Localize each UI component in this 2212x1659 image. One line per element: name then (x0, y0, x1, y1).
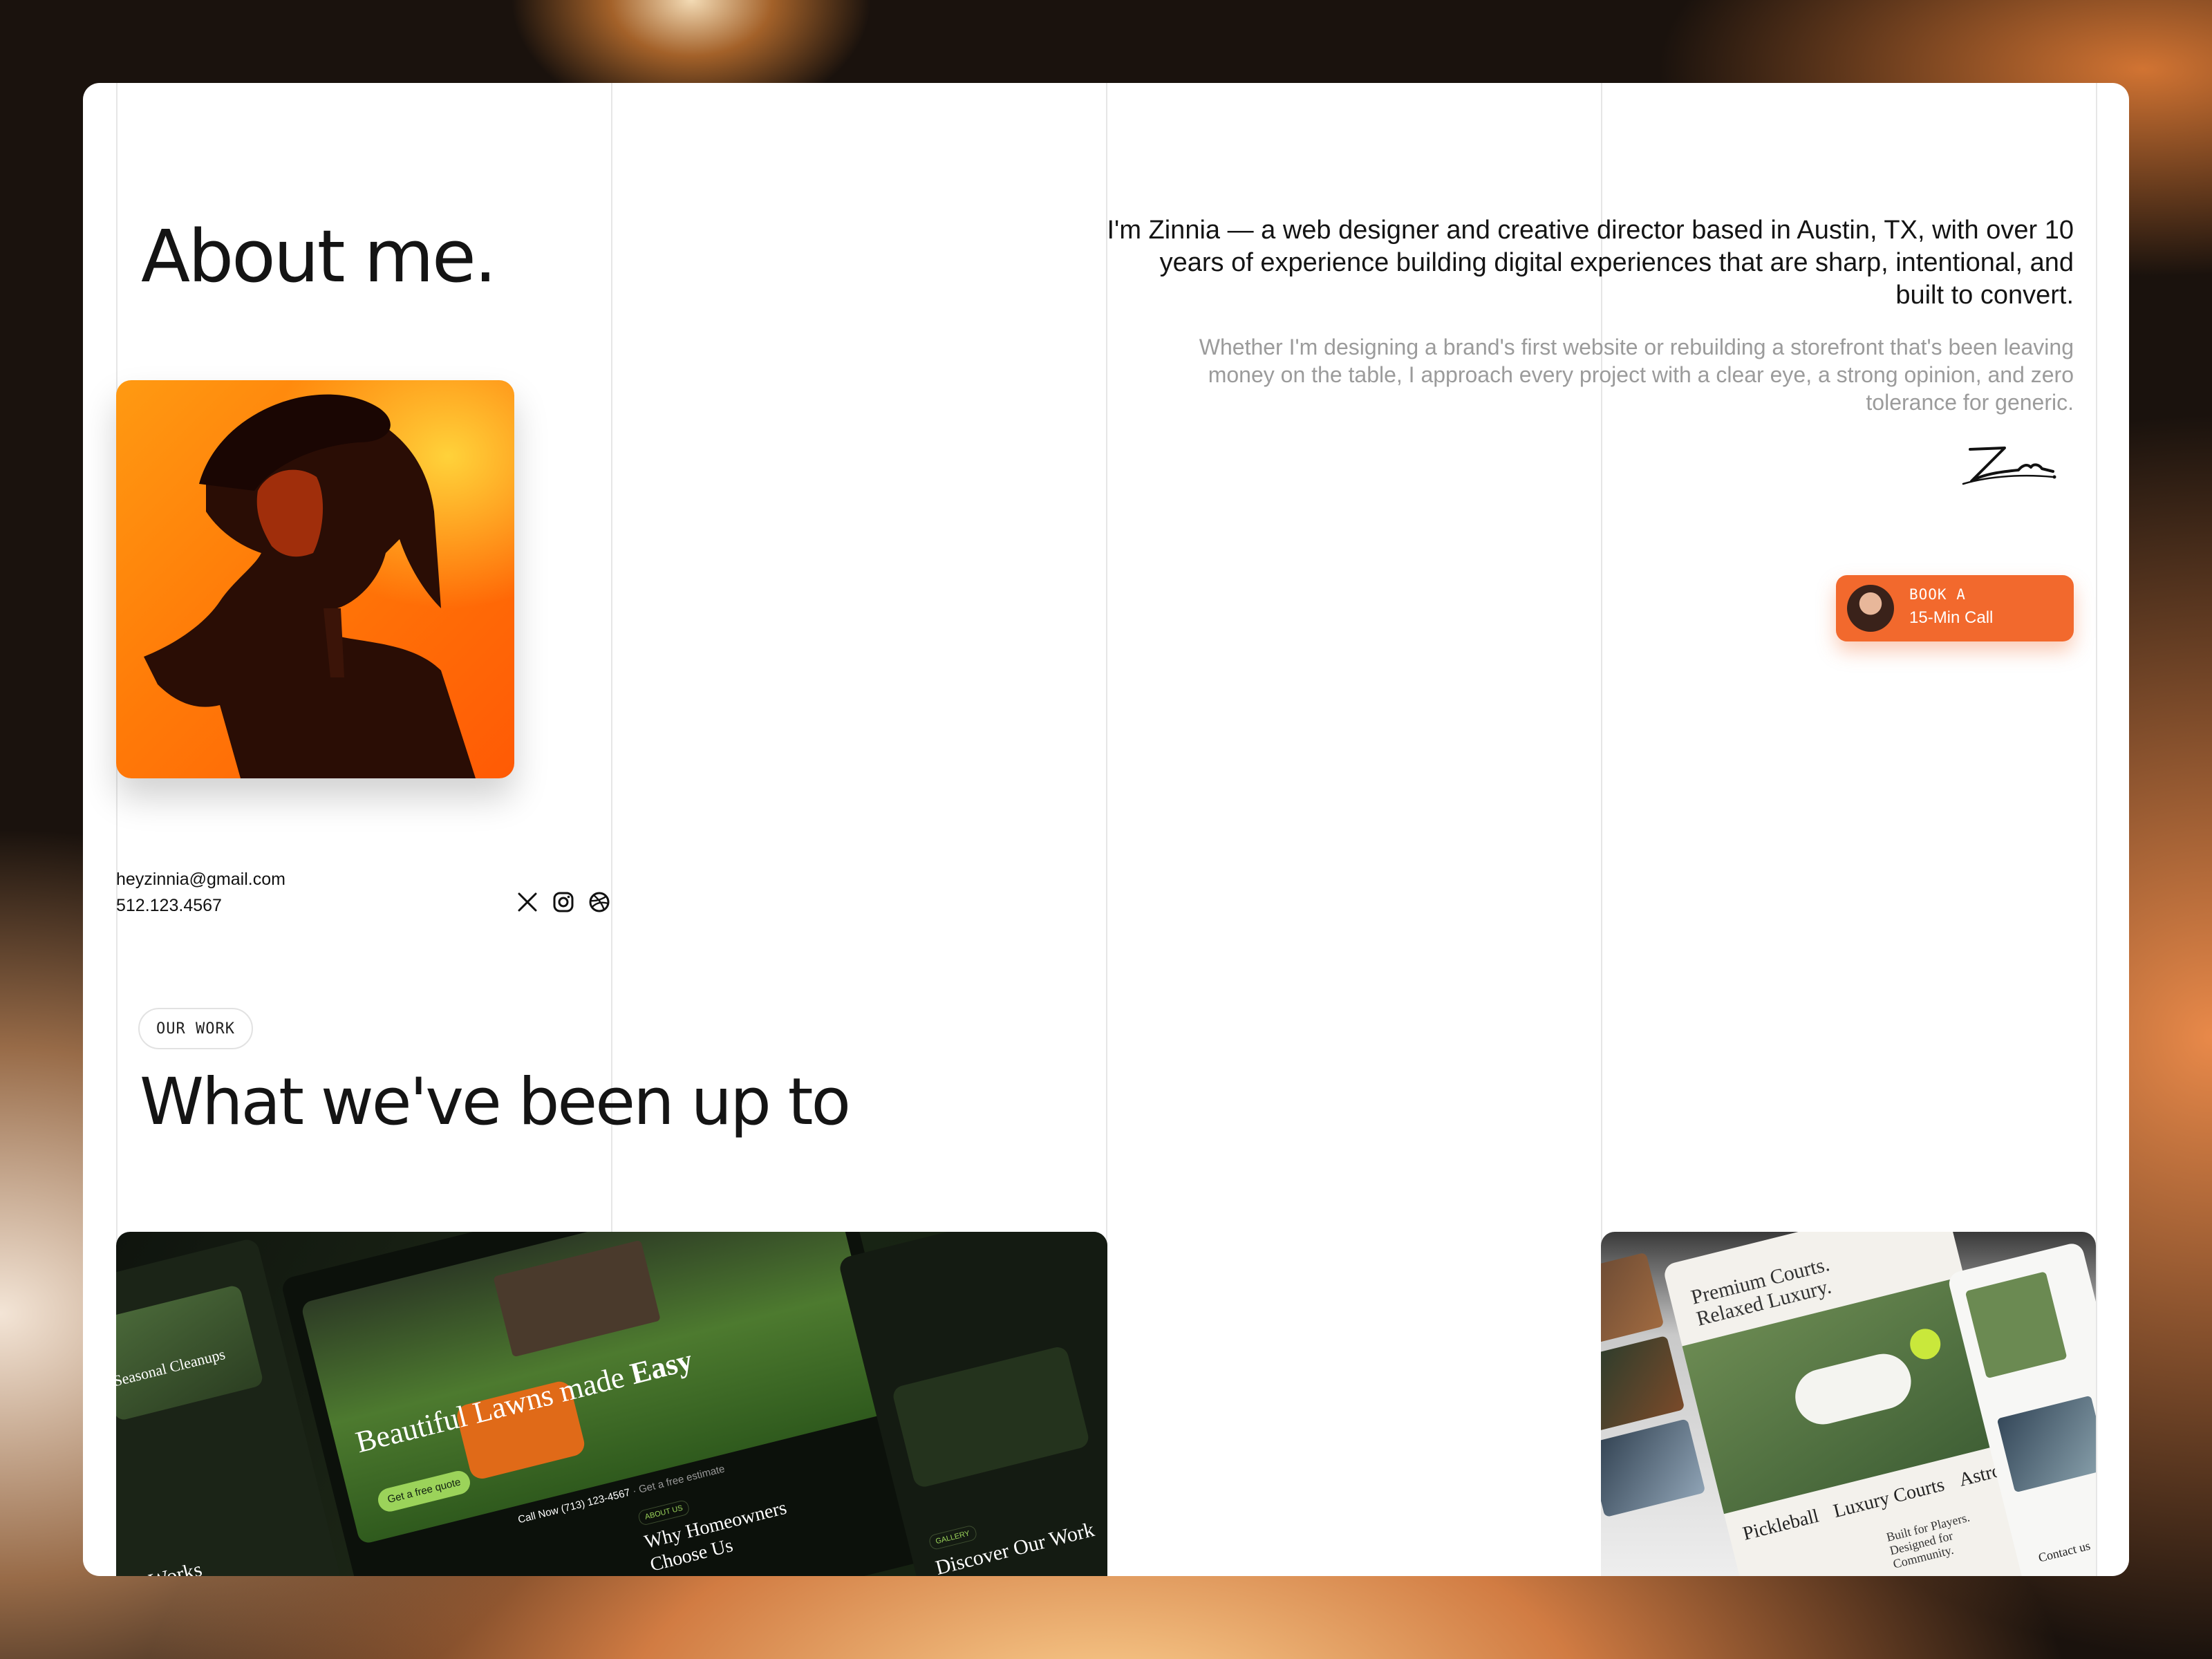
project-card-lawn[interactable]: Seasonal Cleanups Works Beautiful Lawns … (116, 1232, 1107, 1576)
pickleball-built-text: Built for Players. Designed for Communit… (1884, 1510, 1971, 1571)
lawn-discover-title: Discover Our Work (933, 1518, 1097, 1576)
book-call-label-top: BOOK A (1909, 586, 1966, 603)
intro-text: I'm Zinnia — a web designer and creative… (1107, 216, 2074, 310)
portrait-silhouette (144, 394, 476, 778)
pickleball-contact: Contact us (2036, 1538, 2092, 1565)
lawn-main-screen: Beautiful Lawns made Easy Get a free quo… (280, 1232, 941, 1576)
portfolio-page: About me. heyzinnia@gmail.com 512.123.45… (83, 83, 2129, 1576)
section-eyebrow: OUR WORK (138, 1008, 253, 1049)
avatar (1847, 585, 1894, 632)
dribbble-icon[interactable] (588, 890, 611, 914)
about-title: About me. (141, 214, 497, 299)
profile-photo (116, 380, 514, 778)
phone-link[interactable]: 512.123.4567 (116, 896, 222, 916)
x-icon[interactable] (516, 890, 539, 914)
lawn-works-label: Works (147, 1557, 205, 1576)
pickleball-strip-1: Pickleball (1741, 1505, 1821, 1545)
book-call-label-bottom: 15-Min Call (1909, 608, 1994, 627)
signature-image (1962, 447, 2056, 485)
project-card-pickleball[interactable]: Premium Courts. Relaxed Luxury. Pickleba… (1601, 1232, 2096, 1576)
instagram-icon[interactable] (552, 890, 575, 914)
email-link[interactable]: heyzinnia@gmail.com (116, 870, 285, 890)
work-title: What we've been up to (140, 1065, 851, 1140)
intro-subtext: Whether I'm designing a brand's first we… (1199, 335, 2074, 415)
book-call-button[interactable]: BOOK A 15-Min Call (1836, 575, 2074, 641)
lawn-why-title: Why Homeowners Choose Us (642, 1497, 789, 1576)
lawn-gallery-tag: GALLERY (928, 1524, 978, 1551)
grid-guide (2096, 83, 2097, 1576)
